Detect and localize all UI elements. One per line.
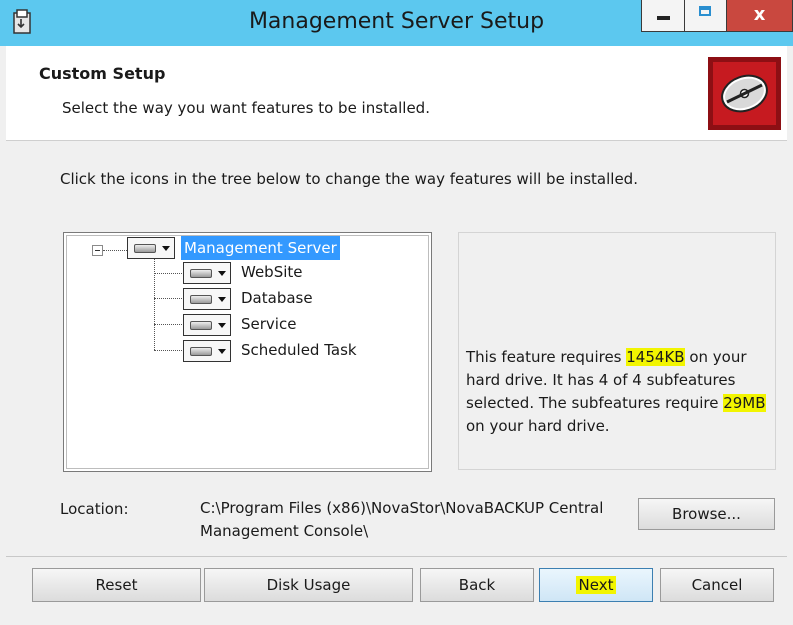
page-title: Custom Setup [39, 64, 166, 83]
back-button[interactable]: Back [420, 568, 534, 602]
minimize-icon [657, 16, 670, 20]
feature-description-text: This feature requires 1454KB on your har… [466, 348, 766, 435]
cancel-button[interactable]: Cancel [660, 568, 774, 602]
next-button[interactable]: Next [539, 568, 653, 602]
tree-item-label[interactable]: Service [241, 315, 296, 333]
dropdown-arrow-icon [162, 246, 170, 251]
feature-state-dropdown[interactable] [183, 314, 231, 336]
feature-state-dropdown[interactable] [183, 288, 231, 310]
page-subtitle: Select the way you want features to be i… [62, 99, 430, 117]
maximize-button[interactable] [685, 0, 727, 32]
tree-item-website[interactable]: WebSite [183, 261, 363, 285]
tree-item-label[interactable]: Scheduled Task [241, 341, 357, 359]
reset-button[interactable]: Reset [32, 568, 201, 602]
dropdown-arrow-icon [218, 297, 226, 302]
dropdown-arrow-icon [218, 323, 226, 328]
close-button[interactable]: x [727, 0, 793, 32]
disc-logo-icon [708, 57, 781, 130]
collapse-icon[interactable] [92, 245, 103, 256]
maximize-icon [699, 6, 711, 16]
tree-item-scheduled-task[interactable]: Scheduled Task [183, 339, 373, 363]
minimize-button[interactable] [641, 0, 685, 32]
feature-state-dropdown[interactable] [183, 340, 231, 362]
footer-divider [6, 556, 787, 557]
tree-item-database[interactable]: Database [183, 287, 363, 311]
install-location-path: C:\Program Files (x86)\NovaStor\NovaBACK… [200, 499, 604, 540]
hard-drive-icon [190, 295, 212, 304]
next-button-label: Next [575, 576, 617, 594]
feature-state-dropdown[interactable] [127, 237, 175, 259]
header-panel: Custom Setup Select the way you want fea… [6, 46, 787, 141]
hard-drive-icon [134, 244, 156, 253]
location-label: Location: [60, 500, 129, 518]
disk-usage-button[interactable]: Disk Usage [204, 568, 413, 602]
browse-button[interactable]: Browse... [638, 498, 775, 530]
tree-item-service[interactable]: Service [183, 313, 363, 337]
subfeature-size-highlight: 29MB [723, 394, 766, 412]
tree-item-label[interactable]: Database [241, 289, 313, 307]
dropdown-arrow-icon [218, 349, 226, 354]
feature-size-highlight: 1454KB [626, 348, 685, 366]
hard-drive-icon [190, 321, 212, 330]
setup-window: Management Server Setup x Custom Setup S… [0, 0, 793, 625]
close-icon: x [753, 4, 766, 25]
feature-state-dropdown[interactable] [183, 262, 231, 284]
tree-item-label[interactable]: WebSite [241, 263, 303, 281]
dropdown-arrow-icon [218, 271, 226, 276]
instructions-text: Click the icons in the tree below to cha… [60, 170, 638, 188]
hard-drive-icon [190, 269, 212, 278]
tree-item-label[interactable]: Management Server [181, 236, 340, 260]
title-bar[interactable]: Management Server Setup x [0, 0, 793, 46]
hard-drive-icon [190, 347, 212, 356]
tree-item-management-server[interactable]: Management Server [127, 236, 347, 260]
